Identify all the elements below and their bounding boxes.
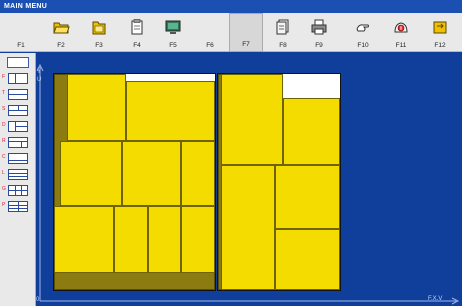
f10-label: F10	[357, 42, 369, 49]
shape-d-label: D	[2, 122, 6, 128]
shape-f-button[interactable]: F	[2, 73, 28, 84]
emergency-icon	[394, 22, 408, 33]
f11-label: F11	[395, 42, 407, 49]
nested-part[interactable]	[148, 206, 181, 273]
exit-icon	[433, 21, 447, 34]
shape-f-label: F	[2, 74, 6, 80]
x-axis-label: F.X.V	[428, 296, 443, 302]
nested-part[interactable]	[114, 206, 148, 273]
shape-g-button[interactable]: G	[2, 185, 28, 196]
nested-part[interactable]	[181, 206, 215, 273]
scrap-strip	[54, 272, 215, 290]
shape-s-button[interactable]: S	[2, 105, 28, 116]
hand-icon	[356, 24, 369, 32]
f8-button[interactable]: F8	[266, 13, 300, 52]
f7-label: F7	[242, 41, 250, 48]
f11-button[interactable]: F11	[384, 13, 418, 52]
shape-g-label: G	[2, 186, 6, 192]
f6-label: F6	[206, 42, 214, 49]
shape-s-label: S	[2, 106, 6, 112]
nested-part[interactable]	[275, 229, 340, 290]
f10-button[interactable]: F10	[344, 13, 382, 52]
shape-p-label: P	[2, 202, 6, 208]
shape-t-button[interactable]: T	[2, 89, 28, 100]
monitor-icon	[165, 20, 181, 34]
shape-sidebar: F T S D R C L G P	[0, 53, 36, 306]
nested-part[interactable]	[60, 141, 122, 206]
sheet-1[interactable]	[53, 73, 216, 291]
window-title: MAIN MENU	[0, 0, 462, 13]
shape-r-button[interactable]: R	[2, 137, 28, 148]
nested-part[interactable]	[181, 141, 215, 206]
nested-part[interactable]	[221, 74, 283, 165]
nested-part[interactable]	[54, 206, 114, 273]
nested-part[interactable]	[126, 81, 215, 141]
f2-label: F2	[57, 42, 65, 49]
f4-button[interactable]: F4	[120, 13, 154, 52]
shape-l-button[interactable]: L	[2, 169, 28, 180]
f6-button[interactable]: F6	[193, 13, 227, 52]
sheet-2[interactable]	[217, 73, 341, 291]
function-key-toolbar: F1 F2 F3 F4 F5 F6 F7 F8 F9 F10 F11 F12	[0, 13, 462, 52]
shape-c-button[interactable]: C	[2, 153, 28, 164]
f1-label: F1	[17, 42, 25, 49]
nested-part[interactable]	[283, 98, 340, 165]
shape-d-button[interactable]: D	[2, 121, 28, 132]
f2-button[interactable]: F2	[44, 13, 78, 52]
f1-button[interactable]: F1	[4, 13, 38, 52]
shape-t-label: T	[2, 90, 6, 96]
nested-part[interactable]	[67, 74, 126, 141]
shape-r-label: R	[2, 138, 6, 144]
folder-open-icon	[53, 22, 70, 34]
f9-button[interactable]: F9	[302, 13, 336, 52]
clipboard-icon	[131, 19, 143, 35]
f3-button[interactable]: F3	[82, 13, 116, 52]
app-window: MAIN MENU F1 F2 F3 F4 F5 F6 F7 F8 F9 F10…	[0, 0, 462, 306]
nesting-canvas[interactable]: Y U 0 F.X.V	[36, 53, 462, 306]
nested-part[interactable]	[122, 141, 181, 206]
f5-label: F5	[169, 42, 177, 49]
f9-label: F9	[315, 42, 323, 49]
f5-button[interactable]: F5	[156, 13, 190, 52]
f4-label: F4	[133, 42, 141, 49]
nested-part[interactable]	[275, 165, 340, 229]
nested-part[interactable]	[221, 165, 275, 290]
y-axis-label-secondary: U	[37, 77, 42, 83]
shape-c-label: C	[2, 154, 6, 160]
shape-p-button[interactable]: P	[2, 201, 28, 212]
f7-button[interactable]: F7	[229, 13, 263, 52]
origin-label: 0	[36, 297, 40, 303]
f8-label: F8	[279, 42, 287, 49]
y-axis-label: Y	[37, 69, 42, 75]
f3-label: F3	[95, 42, 103, 49]
document-stack-icon	[276, 19, 289, 35]
f12-button[interactable]: F12	[422, 13, 458, 52]
folder-icon	[92, 21, 106, 35]
shape-rect-button[interactable]	[7, 57, 29, 68]
shape-l-label: L	[2, 170, 5, 176]
printer-icon	[311, 19, 327, 35]
f12-label: F12	[434, 42, 446, 49]
